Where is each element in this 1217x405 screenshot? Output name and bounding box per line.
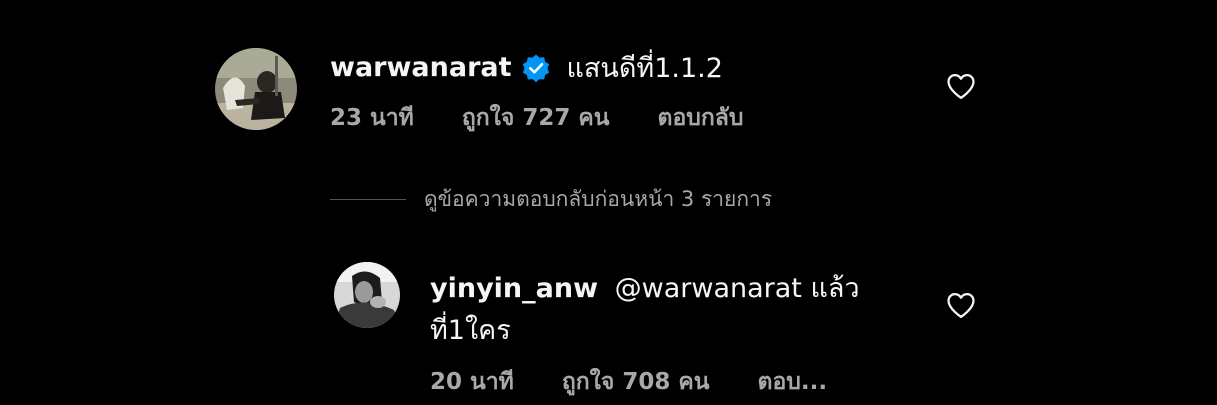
heart-icon[interactable] (946, 291, 976, 319)
divider-line (330, 199, 406, 200)
comment-username[interactable]: warwanarat (330, 52, 512, 83)
reply-meta: 20 นาที ถูกใจ 708 คน ตอบ... (430, 364, 827, 400)
reply-text-line2: ที่1ใคร (430, 315, 511, 346)
comment-text: แสนดีที่1.1.2 (566, 53, 723, 84)
comment-likes[interactable]: ถูกใจ 727 คน (462, 100, 610, 136)
view-previous-replies-button[interactable]: ดูข้อความตอบกลับก่อนหน้า 3 รายการ (330, 183, 772, 216)
reply-body: yinyin_anw @warwanarat แล้ว ที่1ใคร (430, 268, 860, 352)
avatar[interactable] (215, 48, 297, 130)
reply-button[interactable]: ตอบกลับ (658, 100, 744, 136)
heart-icon[interactable] (946, 72, 976, 100)
reply-avatar-photo (334, 262, 400, 328)
view-replies-label: ดูข้อความตอบกลับก่อนหน้า 3 รายการ (424, 187, 773, 211)
comment-time: 23 นาที (330, 105, 414, 131)
reply-likes[interactable]: ถูกใจ 708 คน (562, 364, 710, 400)
reply-text-line1: @warwanarat แล้ว (614, 273, 860, 304)
comment-meta: 23 นาที ถูกใจ 727 คน ตอบกลับ (330, 100, 744, 136)
reply-username[interactable]: yinyin_anw (430, 273, 598, 304)
reply-time: 20 นาที (430, 369, 514, 395)
verified-badge-icon (521, 53, 551, 83)
reply-reply-button[interactable]: ตอบ... (758, 364, 828, 400)
avatar-photo (215, 48, 297, 130)
comment-body: warwanarat แสนดีที่1.1.2 (330, 46, 723, 89)
reply-avatar[interactable] (334, 262, 400, 328)
